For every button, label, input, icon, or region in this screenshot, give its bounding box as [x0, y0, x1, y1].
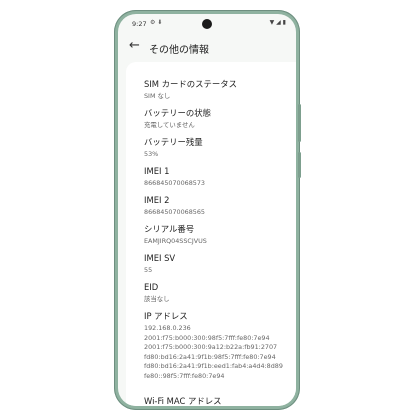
list-item-imei2[interactable]: IMEI 2 866845070068565: [144, 195, 294, 218]
ip-address-line: 2001:f75:b000:300:98f5:7fff:fe80:7e94: [144, 333, 270, 342]
status-icons: ▼ ◢ ▮: [269, 19, 286, 26]
item-label: EID: [144, 282, 159, 292]
item-label: IMEI 2: [144, 195, 170, 205]
notification-icons: ⚙ ⬇: [150, 19, 163, 26]
page-title: その他の情報: [149, 45, 209, 56]
item-value: 充電していません: [144, 121, 195, 129]
list-item-battery-level[interactable]: バッテリー残量 53%: [144, 137, 294, 160]
app-bar: ← その他の情報: [118, 36, 296, 62]
list-item-sim-status[interactable]: SIM カードのステータス SIM なし: [144, 79, 294, 102]
item-value: EAMJIRQ04SSCJVUS: [144, 237, 207, 245]
item-label: IMEI 1: [144, 166, 170, 176]
item-value: 866845070068565: [144, 208, 205, 216]
ip-address-line: fe80::98f5:7fff:fe80:7e94: [144, 371, 225, 380]
info-list: SIM カードのステータス SIM なし バッテリーの状態 充電していません バ…: [126, 62, 296, 406]
item-value: 866845070068573: [144, 179, 205, 187]
power-button: [298, 152, 301, 178]
list-item-serial[interactable]: シリアル番号 EAMJIRQ04SSCJVUS: [144, 224, 294, 247]
item-value: 該当なし: [144, 295, 170, 303]
volume-button: [298, 104, 301, 142]
list-item-imei-sv[interactable]: IMEI SV 55: [144, 253, 294, 276]
status-time: 9:27: [132, 20, 147, 28]
list-item-battery-status[interactable]: バッテリーの状態 充電していません: [144, 108, 294, 131]
item-label: IMEI SV: [144, 253, 176, 263]
ip-address-line: 2001:f75:b000:300:9a12:b22a:fb91:2707: [144, 343, 278, 352]
ip-address-line: fd80:bd16:2a41:9f1b:eed1:fab4:a4d4:8d89: [144, 362, 283, 371]
ip-address-line: fd80:bd16:2a41:9f1b:98f5:7fff:fe80:7e94: [144, 352, 276, 361]
list-item-ip-address[interactable]: IP アドレス 192.168.0.236 2001:f75:b000:300:…: [144, 311, 294, 382]
item-label: シリアル番号: [144, 224, 195, 234]
item-value: 53%: [144, 150, 159, 158]
ip-address-line: 192.168.0.236: [144, 324, 191, 332]
back-arrow-icon[interactable]: ←: [129, 38, 140, 53]
item-value: 55: [144, 266, 153, 274]
screen: 9:27 ⚙ ⬇ ▼ ◢ ▮ ← その他の情報 SIM カードのステータス SI…: [118, 14, 296, 406]
item-label: SIM カードのステータス: [144, 79, 238, 89]
item-label: バッテリーの状態: [144, 108, 211, 118]
item-label: IP アドレス: [144, 311, 188, 321]
item-value: SIM なし: [144, 92, 171, 100]
item-label: バッテリー残量: [144, 137, 203, 147]
list-item-eid[interactable]: EID 該当なし: [144, 282, 294, 305]
list-item-wifi-mac[interactable]: Wi-Fi MAC アドレス: [144, 396, 294, 406]
camera-icon: [202, 19, 212, 29]
item-label: Wi-Fi MAC アドレス: [144, 396, 222, 406]
list-item-imei1[interactable]: IMEI 1 866845070068573: [144, 166, 294, 189]
